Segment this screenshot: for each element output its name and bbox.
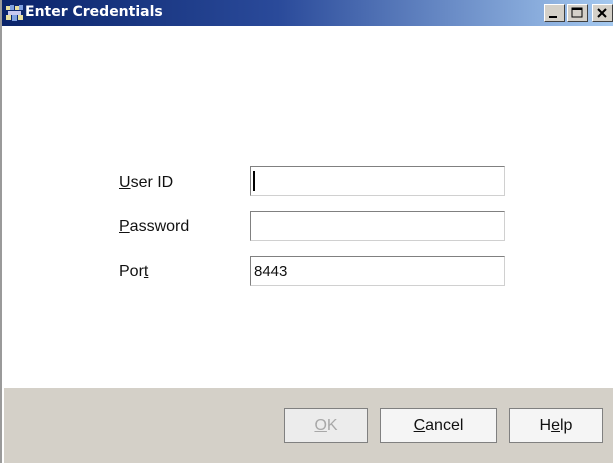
button-panel: OK Cancel He lp	[4, 388, 613, 463]
maximize-icon	[571, 7, 583, 18]
ok-button[interactable]: OK	[284, 408, 368, 443]
window-title: Enter Credentials	[25, 4, 163, 20]
password-label: Password	[119, 218, 190, 235]
maximize-button[interactable]	[567, 4, 588, 22]
port-field[interactable]	[250, 256, 505, 286]
credentials-dialog: Enter Credentials User ID Password Port	[0, 0, 613, 463]
help-button[interactable]: He lp	[509, 408, 603, 443]
close-icon	[597, 8, 607, 18]
title-bar[interactable]: Enter Credentials	[2, 0, 613, 26]
cancel-button[interactable]: Cancel	[380, 408, 497, 443]
minimize-button[interactable]	[544, 4, 565, 22]
app-icon	[6, 5, 23, 21]
password-field[interactable]	[250, 211, 505, 241]
port-label: Port	[119, 263, 149, 280]
text-caret	[253, 171, 255, 191]
user-id-field[interactable]	[250, 166, 505, 196]
user-id-label: User ID	[119, 174, 174, 191]
dialog-body: User ID Password Port	[4, 26, 613, 388]
close-button[interactable]	[592, 4, 613, 22]
minimize-icon	[549, 16, 557, 18]
